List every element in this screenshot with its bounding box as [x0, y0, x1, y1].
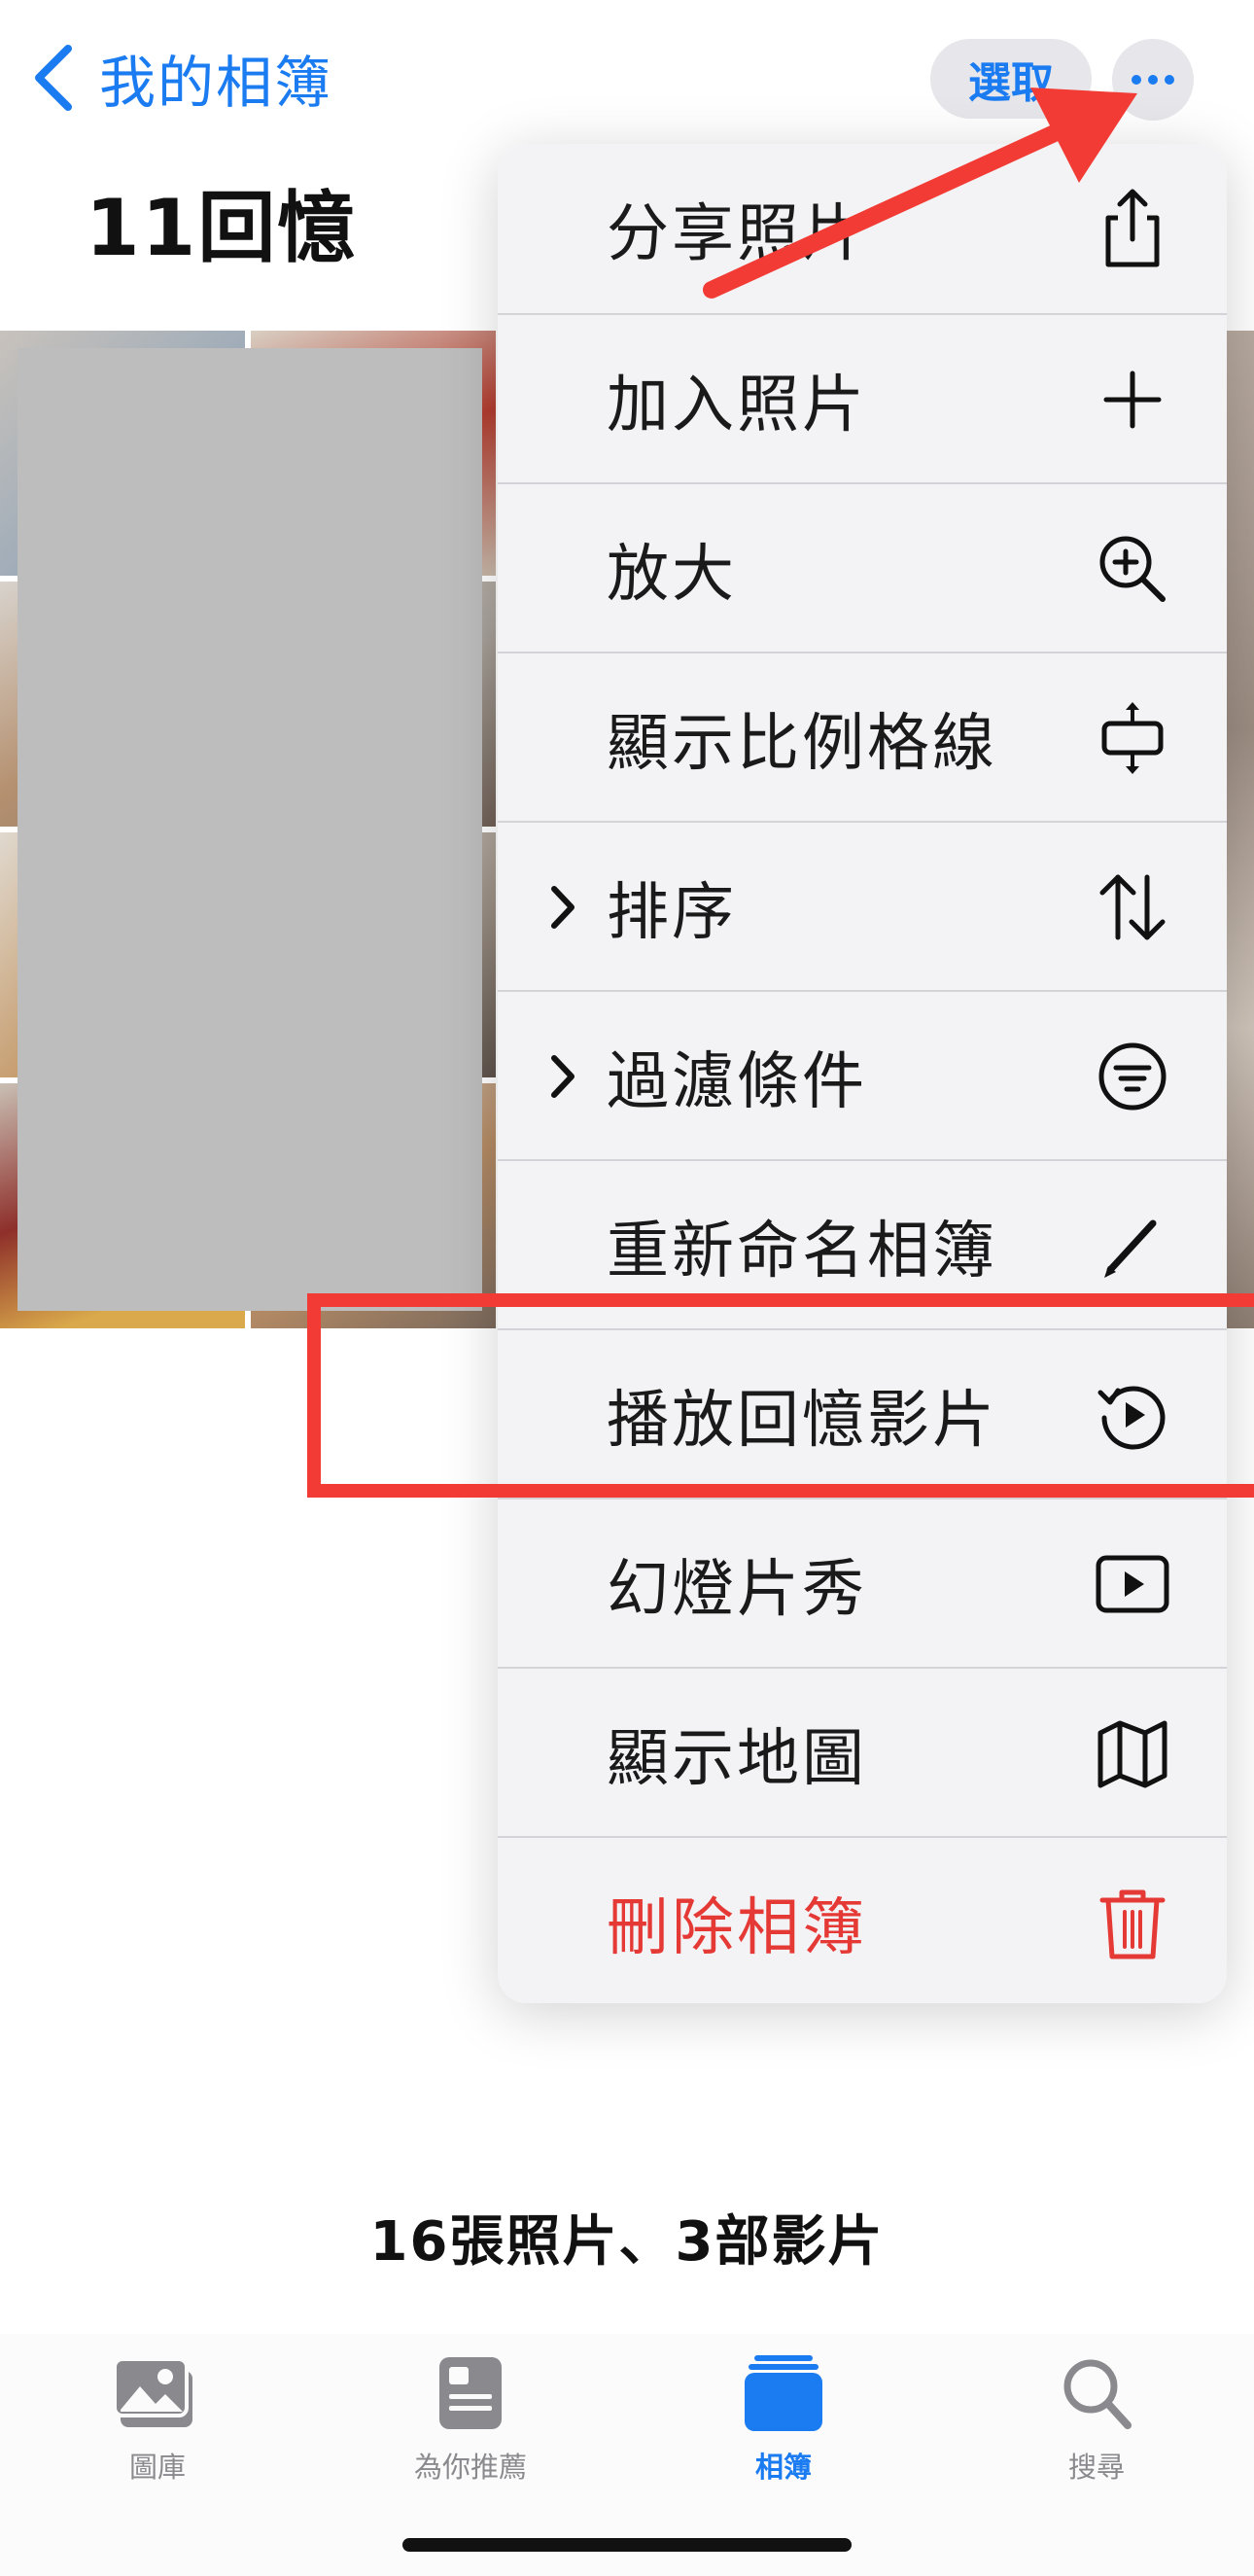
highlight-annotation — [307, 1293, 1254, 1498]
menu-item-label: 幻燈片秀 — [607, 1554, 867, 1626]
back-button[interactable]: 我的相簿 — [29, 29, 332, 126]
menu-item-label: 顯示地圖 — [607, 1723, 867, 1795]
arrow-annotation — [703, 88, 1137, 299]
menu-item-label: 放大 — [607, 539, 737, 611]
tab-for-you[interactable]: 為你推薦 — [373, 2351, 568, 2486]
album-options-menu: 分享照片 加入照片 放大 顯示比例格線 排序 過濾條件 重新命名相簿 播放回憶影… — [498, 144, 1227, 2003]
sort-arrows-icon — [1099, 874, 1166, 940]
for-you-icon — [439, 2357, 502, 2429]
menu-item-label: 刪除相簿 — [607, 1892, 867, 1964]
menu-item-label: 重新命名相簿 — [607, 1216, 997, 1288]
map-icon — [1097, 1720, 1167, 1788]
home-indicator[interactable] — [402, 2538, 852, 2552]
tab-label: 圖庫 — [128, 2451, 186, 2484]
tab-label: 搜尋 — [1067, 2451, 1125, 2484]
filter-icon — [1098, 1042, 1167, 1111]
tab-library[interactable]: 圖庫 — [60, 2351, 255, 2486]
chevron-right-icon — [551, 886, 575, 929]
trash-icon — [1099, 1889, 1166, 1959]
chevron-left-icon — [35, 45, 72, 111]
page-title: 11回憶 — [86, 183, 358, 273]
menu-item-show-map[interactable]: 顯示地圖 — [498, 1667, 1227, 1838]
redacted-photo — [17, 348, 482, 1311]
photo-thumbnail[interactable] — [1227, 331, 1254, 1328]
tab-label: 為你推薦 — [413, 2451, 527, 2484]
search-icon — [1063, 2359, 1132, 2429]
menu-item-label: 過濾條件 — [607, 1046, 867, 1118]
menu-item-filter[interactable]: 過濾條件 — [498, 990, 1227, 1161]
tab-albums[interactable]: 相簿 — [686, 2351, 881, 2486]
chevron-right-icon — [551, 1055, 575, 1098]
menu-item-add-photos[interactable]: 加入照片 — [498, 313, 1227, 484]
photo-count-summary: 16張照片、3部影片 — [369, 2210, 885, 2274]
zoom-in-icon — [1099, 536, 1166, 602]
pencil-icon — [1104, 1219, 1157, 1278]
menu-item-slideshow[interactable]: 幻燈片秀 — [498, 1498, 1227, 1669]
tab-label: 相簿 — [754, 2451, 812, 2484]
menu-item-sort[interactable]: 排序 — [498, 821, 1227, 992]
tab-search[interactable]: 搜尋 — [999, 2351, 1194, 2486]
menu-item-label: 加入照片 — [607, 370, 867, 441]
menu-item-show-aspect-ratio-grid[interactable]: 顯示比例格線 — [498, 652, 1227, 823]
albums-icon — [745, 2355, 822, 2431]
menu-item-label: 排序 — [607, 877, 737, 949]
menu-item-label: 顯示比例格線 — [607, 708, 997, 780]
menu-item-zoom-in[interactable]: 放大 — [498, 482, 1227, 653]
back-label: 我的相簿 — [99, 50, 333, 116]
plus-icon — [1103, 371, 1162, 429]
photos-library-icon — [113, 2357, 192, 2427]
aspect-ratio-icon — [1101, 702, 1164, 774]
slideshow-play-icon — [1096, 1555, 1169, 1613]
menu-item-delete-album[interactable]: 刪除相簿 — [498, 1836, 1227, 2003]
